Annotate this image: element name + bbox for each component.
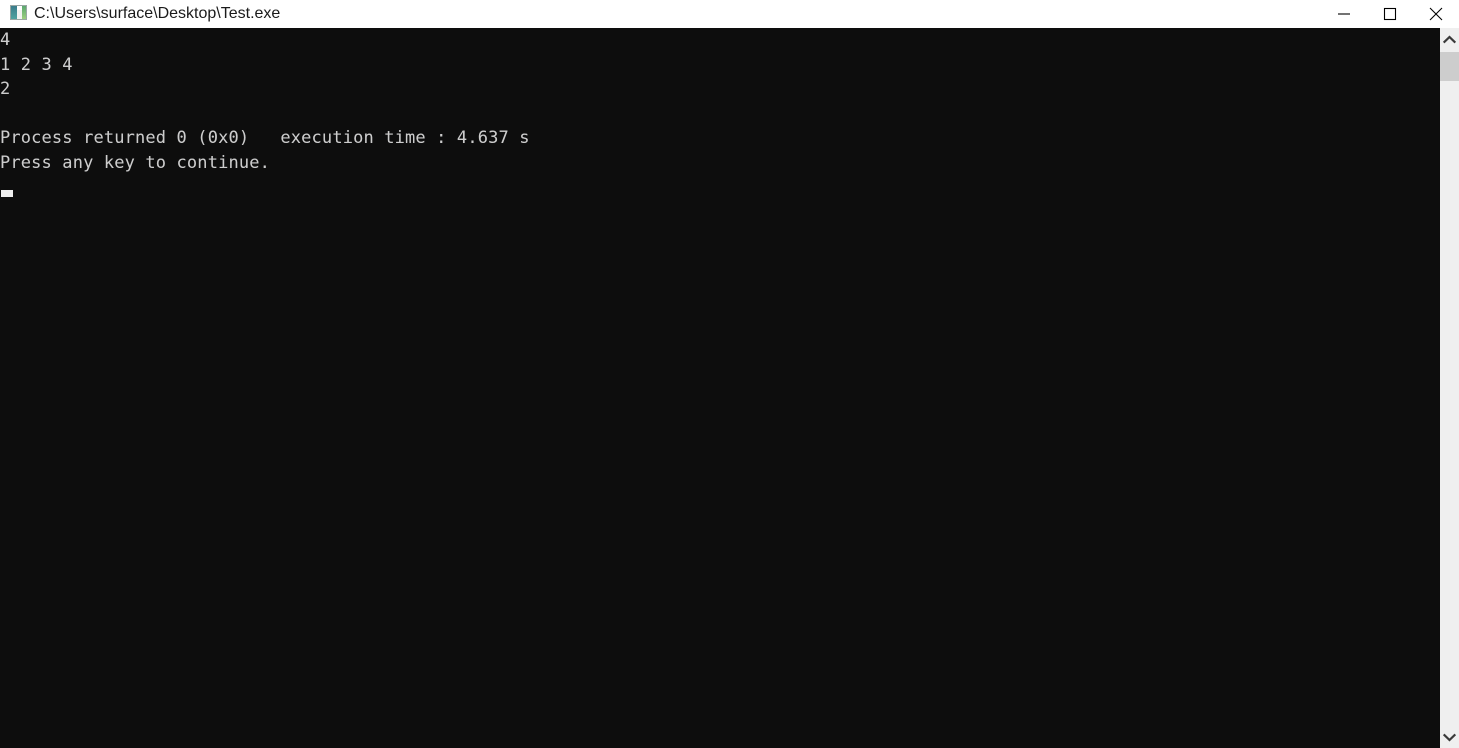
maximize-icon: [1383, 7, 1397, 21]
console-output-text: 4 1 2 3 4 2 Process returned 0 (0x0) exe…: [0, 30, 530, 173]
console-output-area[interactable]: 4 1 2 3 4 2 Process returned 0 (0x0) exe…: [0, 28, 1440, 748]
app-icon-bar-right: [22, 6, 26, 19]
scroll-down-button[interactable]: [1440, 726, 1459, 748]
window-controls: [1321, 0, 1459, 28]
title-bar[interactable]: C:\Users\surface\Desktop\Test.exe: [0, 0, 1459, 28]
vertical-scrollbar[interactable]: [1440, 28, 1459, 748]
maximize-button[interactable]: [1367, 0, 1413, 28]
scroll-down-arrow-icon: [1443, 733, 1456, 742]
close-icon: [1428, 6, 1444, 22]
scroll-up-button[interactable]: [1440, 28, 1459, 50]
minimize-icon: [1337, 7, 1351, 21]
console-window: C:\Users\surface\Desktop\Test.exe 4 1 2 …: [0, 0, 1459, 748]
console-app-icon: [10, 5, 27, 20]
scroll-up-arrow-icon: [1443, 34, 1456, 44]
minimize-button[interactable]: [1321, 0, 1367, 28]
close-button[interactable]: [1413, 0, 1459, 28]
scrollbar-thumb[interactable]: [1440, 52, 1459, 81]
console-cursor: [1, 190, 13, 197]
window-title: C:\Users\surface\Desktop\Test.exe: [34, 5, 281, 22]
